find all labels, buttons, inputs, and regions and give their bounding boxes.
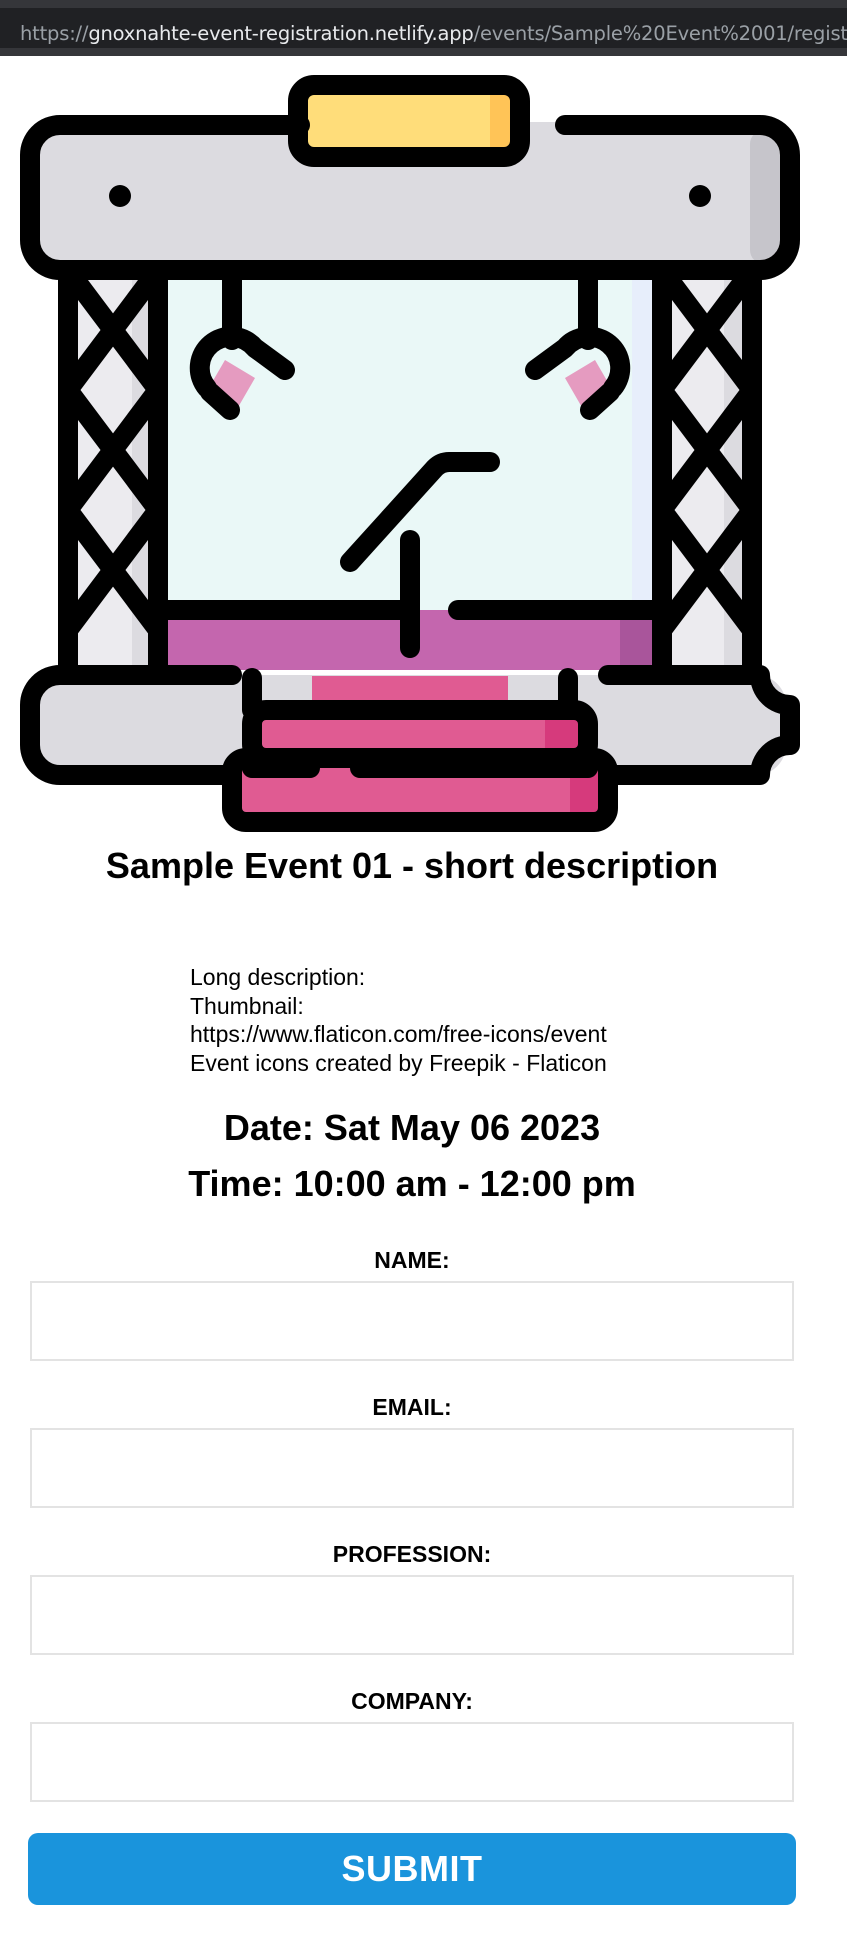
event-time: Time: 10:00 am - 12:00 pm [188, 1163, 636, 1204]
company-input[interactable] [30, 1722, 794, 1802]
name-label: NAME: [374, 1247, 450, 1273]
description-line: Thumbnail: [190, 992, 304, 1019]
event-title: Sample Event 01 - short description [105, 845, 719, 886]
company-label: COMPANY: [351, 1688, 473, 1714]
url-text: https://gnoxnahte-event-registration.net… [20, 22, 847, 45]
description-line: https://www.flaticon.com/free-icons/even… [190, 1021, 607, 1047]
email-input[interactable] [30, 1428, 794, 1508]
name-input[interactable] [30, 1281, 794, 1361]
event-long-description: Long description: Thumbnail: https://www… [190, 963, 607, 1077]
event-date: Date: Sat May 06 2023 [223, 1107, 601, 1148]
browser-address-bar: https://gnoxnahte-event-registration.net… [0, 0, 847, 56]
email-label: EMAIL: [372, 1394, 452, 1420]
description-line: Long description: [190, 964, 366, 990]
profession-label: PROFESSION: [332, 1541, 492, 1567]
stage-icon [20, 75, 800, 832]
profession-input[interactable] [30, 1575, 794, 1655]
description-line: Event icons created by Freepik - Flatico… [190, 1049, 607, 1076]
url-field[interactable]: https://gnoxnahte-event-registration.net… [0, 8, 847, 48]
submit-button[interactable]: SUBMIT [28, 1833, 796, 1905]
